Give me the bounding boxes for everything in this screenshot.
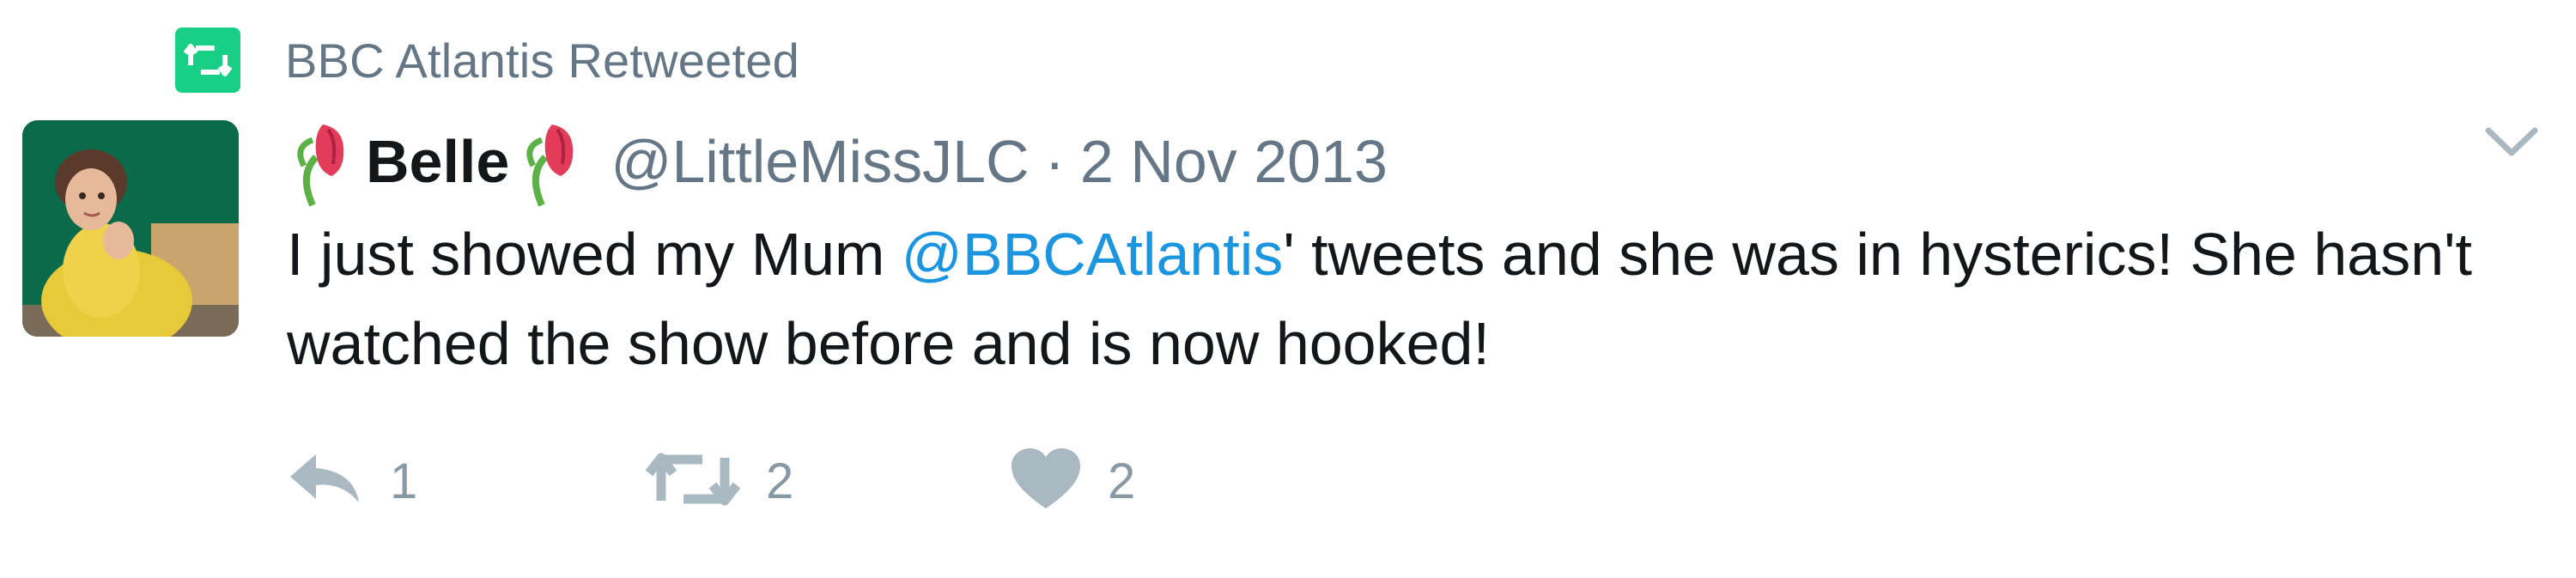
like-count: 2 — [1108, 453, 1136, 509]
tulip-icon — [292, 114, 361, 209]
tweet-card[interactable]: BBC Atlantis Retweeted Belle @LittleMiss… — [0, 0, 2576, 578]
tweet-actions: 1 2 2 — [287, 438, 1317, 524]
avatar[interactable] — [22, 120, 239, 337]
like-button[interactable]: 2 — [1010, 438, 1135, 524]
reply-button[interactable]: 1 — [287, 438, 417, 524]
retweet-button[interactable]: 2 — [645, 438, 794, 524]
reply-icon — [287, 449, 364, 514]
retweet-icon — [645, 449, 741, 514]
retweet-badge-icon — [175, 27, 240, 93]
tweet-text: I just showed my Mum @BBCAtlantis' tweet… — [287, 210, 2537, 388]
tweet-header: Belle @LittleMissJLC · 2 Nov 2013 — [292, 110, 1388, 213]
separator-dot: · — [1044, 128, 1065, 195]
author-handle[interactable]: @LittleMissJLC — [611, 127, 1029, 196]
heart-icon — [1010, 447, 1082, 516]
mention-link[interactable]: @BBCAtlantis — [902, 221, 1284, 288]
chevron-down-icon[interactable] — [2482, 120, 2542, 163]
tweet-text-part: I just showed my Mum — [287, 221, 902, 288]
retweet-count: 2 — [766, 453, 794, 509]
author-name[interactable]: Belle — [366, 127, 509, 196]
retweet-context: BBC Atlantis Retweeted — [175, 26, 799, 94]
tweet-timestamp[interactable]: 2 Nov 2013 — [1080, 127, 1388, 196]
retweeted-by-label[interactable]: BBC Atlantis Retweeted — [285, 33, 799, 88]
tulip-icon — [521, 114, 590, 209]
reply-count: 1 — [390, 453, 418, 509]
